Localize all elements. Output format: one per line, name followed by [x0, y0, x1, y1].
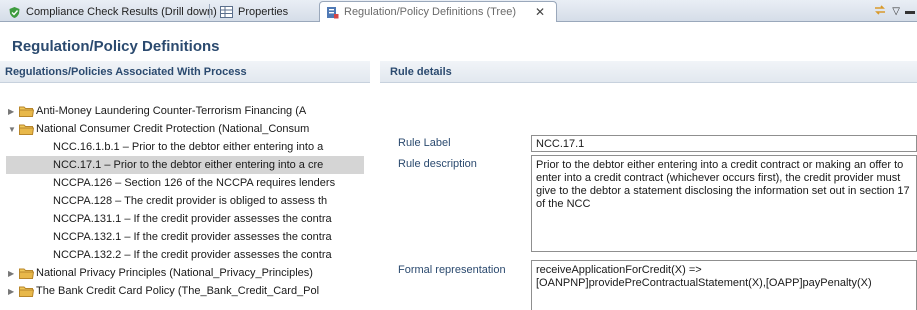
- regulation-tree-icon: [326, 6, 339, 19]
- editor-tab-bar: Compliance Check Results (Drill down) Pr…: [0, 0, 917, 22]
- tree-item-label: Anti-Money Laundering Counter-Terrorism …: [36, 105, 307, 117]
- expand-arrow-right-icon[interactable]: ▶: [8, 269, 18, 278]
- rule-label-caption: Rule Label: [398, 137, 451, 149]
- folder-icon: [19, 285, 35, 297]
- tree-folder-item[interactable]: ▼ National Consumer Credit Protection (Na…: [6, 120, 364, 138]
- tree-item-label: National Consumer Credit Protection (Nat…: [36, 123, 310, 135]
- tree-rule-item[interactable]: NCC.17.1 – Prior to the debtor either en…: [6, 156, 364, 174]
- view-toolbar: ▽ ▬: [873, 3, 915, 20]
- sync-arrows-icon[interactable]: [873, 3, 887, 20]
- rule-details-section-header: Rule details: [380, 61, 917, 83]
- page-title: Regulation/Policy Definitions: [12, 38, 220, 55]
- tree-item-label: The Bank Credit Card Policy (The_Bank_Cr…: [36, 285, 320, 297]
- tree-folder-item[interactable]: ▶ National Privacy Principles (National_P…: [6, 264, 364, 282]
- tree-rule-item[interactable]: NCCPA.128 – The credit provider is oblig…: [6, 192, 364, 210]
- tree-rule-item[interactable]: NCCPA.126 – Section 126 of the NCCPA req…: [6, 174, 364, 192]
- formal-line-2: [OANPNP]providePreContractualStatement(X…: [536, 277, 872, 289]
- tree-rule-item[interactable]: NCCPA.132.1 – If the credit provider ass…: [6, 228, 364, 246]
- tab-compliance-check-results[interactable]: Compliance Check Results (Drill down): [2, 2, 223, 22]
- tree-item-label: NCC.16.1.b.1 – Prior to the debtor eithe…: [53, 141, 324, 153]
- rule-label-field[interactable]: NCC.17.1: [531, 135, 917, 152]
- properties-grid-icon: [220, 6, 233, 19]
- view-menu-icon[interactable]: ▽: [892, 6, 900, 17]
- tree-item-label: National Privacy Principles (National_Pr…: [36, 267, 313, 279]
- tab-properties[interactable]: Properties: [214, 2, 294, 22]
- formal-representation-caption: Formal representation: [398, 264, 506, 276]
- tree-rule-item[interactable]: NCC.16.1.b.1 – Prior to the debtor eithe…: [6, 138, 364, 156]
- tree-folder-item[interactable]: ▶ Anti-Money Laundering Counter-Terrorism…: [6, 102, 364, 120]
- folder-icon: [19, 123, 35, 135]
- tree-item-label: NCCPA.126 – Section 126 of the NCCPA req…: [53, 177, 336, 189]
- tree-item-label: NCCPA.131.1 – If the credit provider ass…: [53, 213, 332, 225]
- close-tab-icon[interactable]: ✕: [535, 5, 545, 19]
- expand-arrow-right-icon[interactable]: ▶: [8, 287, 18, 296]
- tab-regulation-policy-definitions[interactable]: Regulation/Policy Definitions (Tree) ✕: [319, 1, 557, 22]
- minimize-icon[interactable]: ▬: [905, 6, 915, 17]
- folder-icon: [19, 267, 35, 279]
- expand-arrow-down-icon[interactable]: ▼: [8, 125, 18, 134]
- shield-check-icon: [8, 6, 21, 19]
- tree-rule-item[interactable]: NCCPA.131.1 – If the credit provider ass…: [6, 210, 364, 228]
- tab-label: Regulation/Policy Definitions (Tree): [344, 6, 516, 18]
- regulations-section-header: Regulations/Policies Associated With Pro…: [0, 61, 370, 83]
- rule-description-caption: Rule description: [398, 158, 477, 170]
- tree-item-label: NCCPA.132.2 – If the credit provider ass…: [53, 249, 332, 261]
- tree-item-label: NCCPA.132.1 – If the credit provider ass…: [53, 231, 332, 243]
- rule-description-field[interactable]: Prior to the debtor either entering into…: [531, 155, 917, 252]
- expand-arrow-right-icon[interactable]: ▶: [8, 107, 18, 116]
- tree-folder-item[interactable]: ▶ The Bank Credit Card Policy (The_Bank_C…: [6, 282, 364, 300]
- formal-representation-field[interactable]: receiveApplicationForCredit(X) => [OANPN…: [531, 260, 917, 310]
- tab-label: Compliance Check Results (Drill down): [26, 6, 217, 18]
- tab-divider: [209, 4, 210, 18]
- tree-item-label: NCC.17.1 – Prior to the debtor either en…: [53, 159, 324, 171]
- formal-line-1: receiveApplicationForCredit(X) =>: [536, 264, 702, 276]
- tab-label: Properties: [238, 6, 289, 18]
- tree-item-label: NCCPA.128 – The credit provider is oblig…: [53, 195, 328, 207]
- folder-icon: [19, 105, 35, 117]
- regulation-tree[interactable]: ▶ Anti-Money Laundering Counter-Terrorism…: [6, 102, 364, 302]
- tree-rule-item[interactable]: NCCPA.132.2 – If the credit provider ass…: [6, 246, 364, 264]
